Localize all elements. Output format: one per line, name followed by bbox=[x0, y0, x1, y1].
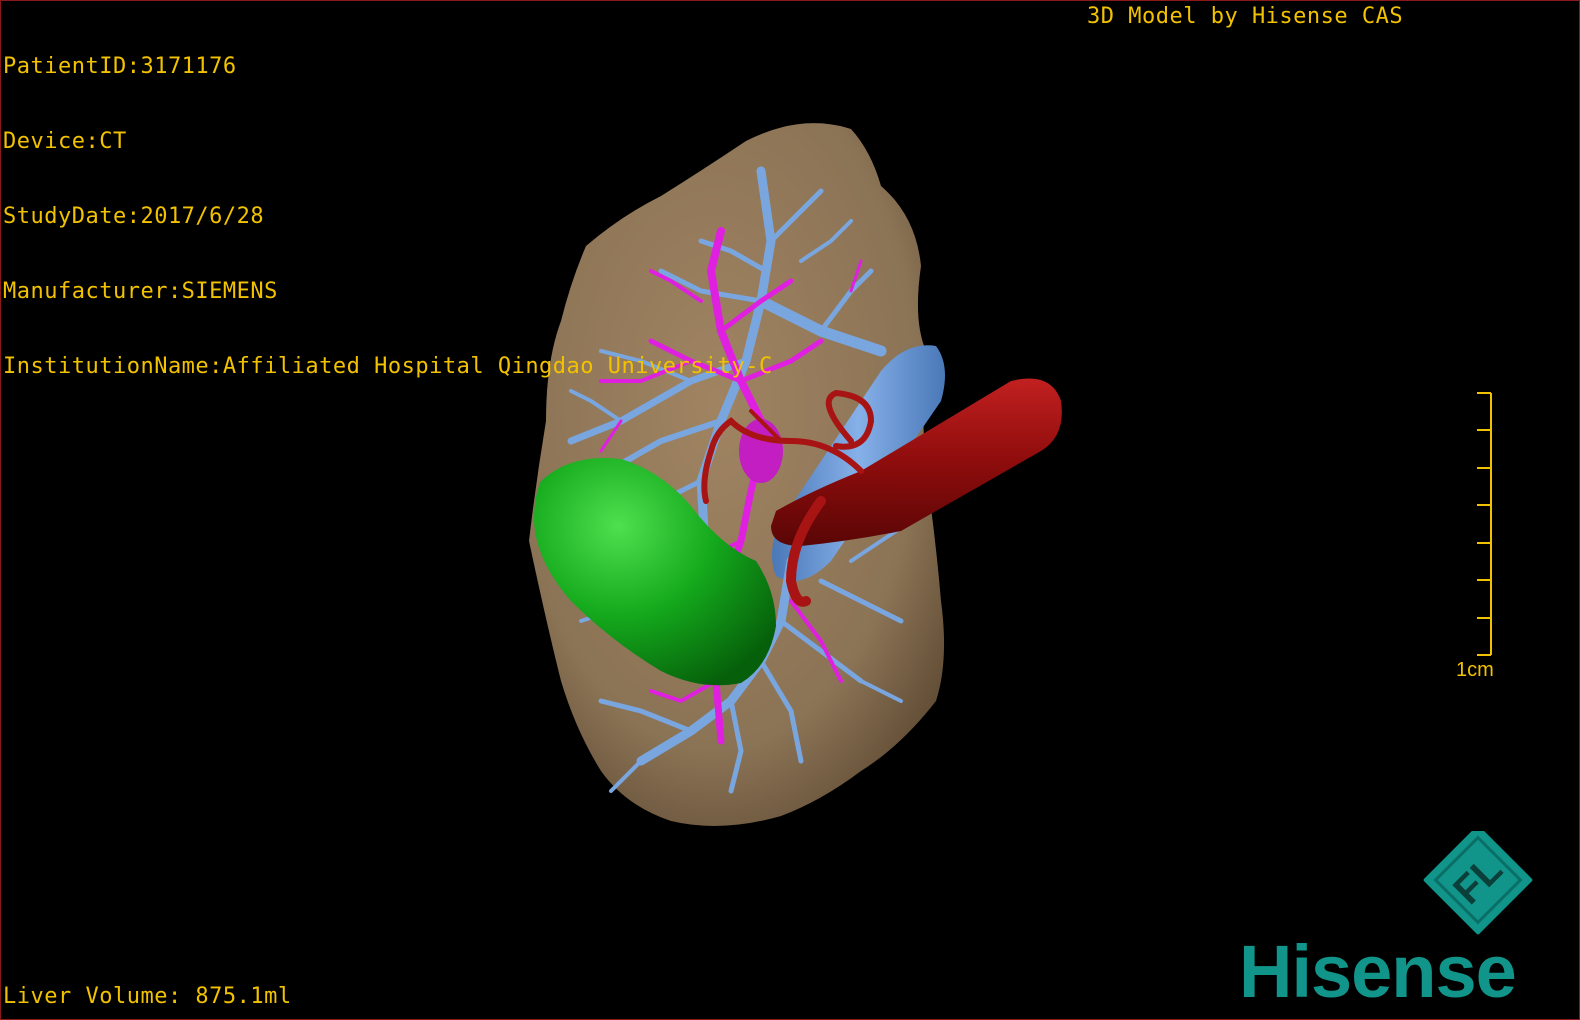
fl-emblem-icon: FL bbox=[1423, 831, 1533, 935]
manufacturer: Manufacturer:SIEMENS bbox=[3, 279, 278, 304]
device: Device:CT bbox=[3, 129, 127, 154]
patient-id: PatientID:3171176 bbox=[3, 54, 237, 79]
scale-bar bbox=[1477, 392, 1492, 656]
study-date: StudyDate:2017/6/28 bbox=[3, 204, 265, 229]
institution-name: InstitutionName:Affiliated Hospital Qing… bbox=[3, 354, 773, 379]
patient-info-overlay: PatientID:3171176 Device:CT StudyDate:20… bbox=[3, 4, 773, 429]
3d-viewport[interactable]: PatientID:3171176 Device:CT StudyDate:20… bbox=[0, 0, 1580, 1020]
hisense-logo: FL Hisense bbox=[1239, 831, 1533, 1011]
model-credit: 3D Model by Hisense CAS bbox=[1087, 4, 1404, 29]
scale-bar-label: 1cm bbox=[1456, 659, 1494, 681]
logo-brand-text: Hisense bbox=[1239, 930, 1516, 1011]
liver-volume: Liver Volume: 875.1ml bbox=[3, 984, 292, 1009]
